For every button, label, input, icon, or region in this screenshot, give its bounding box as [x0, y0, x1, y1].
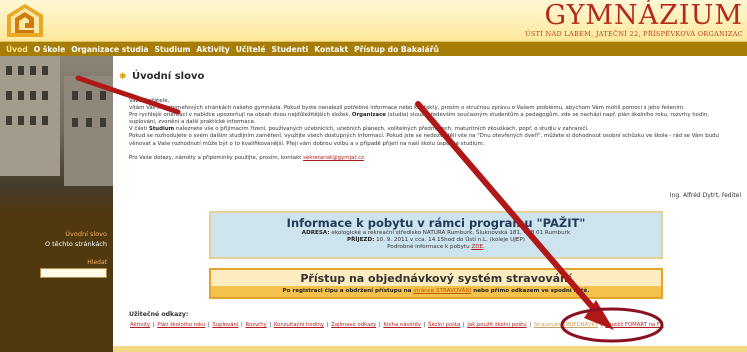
food-info-strip: Po registraci čipu a obdržení přístupu n… — [211, 286, 661, 297]
main-nav: Úvod O škole Organizace studia Studium A… — [0, 42, 747, 56]
useful-links: Aktivity | Plán školního roku | Suplován… — [130, 322, 664, 328]
nav-item-kontakt[interactable]: Kontakt — [314, 45, 348, 54]
nav-item-studenti[interactable]: Studenti — [272, 45, 309, 54]
useful-link-plan[interactable]: Plán školního roku — [157, 322, 205, 328]
sidebar: Úvodní slovo O těchto stránkách Hledat — [0, 56, 113, 352]
nav-item-o-skole[interactable]: O škole — [34, 45, 65, 54]
useful-link-stravovani[interactable]: Stravování OBJEDNÁVKY — [534, 322, 598, 328]
pazit-details: Podrobné informace k pobytu ZDE. — [387, 243, 485, 250]
intro-paragraph-2: Pro rychlejší orientaci v nabídce upozor… — [129, 112, 710, 126]
school-building-photo — [0, 56, 113, 216]
footer-bar — [113, 346, 747, 352]
signature: Ing. Alfréd Dytrt, ředitel — [669, 192, 741, 199]
food-title: Přístup na objednávkový systém stravován… — [300, 272, 572, 285]
nav-item-bakalari[interactable]: Přístup do Bakalářů — [354, 45, 439, 54]
intro-text: Vážení přátelé, vítám Vás na internetový… — [129, 98, 735, 162]
email-link[interactable]: sekretariat@gymjat.cz — [303, 155, 364, 161]
pazit-zde-link[interactable]: ZDE — [471, 244, 483, 250]
sidebar-links: Úvodní slovo O těchto stránkách — [0, 229, 113, 249]
useful-link-posta[interactable]: Školní pošta — [428, 322, 460, 328]
nav-item-aktivity[interactable]: Aktivity — [196, 45, 229, 54]
useful-link-aktivity[interactable]: Aktivity — [130, 322, 150, 328]
section-heading: ✱ Úvodní slovo — [119, 71, 204, 82]
search-input[interactable] — [40, 268, 107, 278]
useful-link-odkazy[interactable]: Zajímavé odkazy — [331, 322, 376, 328]
useful-link-jak-posta[interactable]: Jak použít školní poštu — [467, 322, 526, 328]
nav-item-studium[interactable]: Studium — [155, 45, 191, 54]
nav-item-uvod[interactable]: Úvod — [6, 45, 28, 54]
pazit-address: ADRESA: ekologické a rekreační středisko… — [301, 230, 571, 236]
useful-links-label: Užitečné odkazy: — [129, 311, 189, 318]
nav-item-ucitele[interactable]: Učitelé — [236, 45, 266, 54]
pazit-arrival: PŘÍJEZD: 10. 9. 2011 v cca. 14.15hod do … — [347, 236, 525, 243]
main-content: ✱ Úvodní slovo Vážení přátelé, vítám Vás… — [113, 56, 747, 352]
stravovani-page-link[interactable]: stránce STRAVOVÁNÍ — [413, 288, 471, 294]
header: GYMNÁZIUM ÚSTÍ NAD LABEM, JATEČNÍ 22, PŘ… — [0, 0, 747, 42]
useful-link-konzultace[interactable]: Konzultační hodiny — [274, 322, 324, 328]
useful-link-rozvrhy[interactable]: Rozvrhy — [246, 322, 267, 328]
useful-link-fomart[interactable]: Soutěž FOMART na FB — [605, 322, 663, 328]
school-logo[interactable] — [6, 3, 44, 39]
star-icon: ✱ — [119, 71, 127, 82]
page-title: Úvodní slovo — [132, 71, 205, 82]
pazit-title: Informace k pobytu v rámci programu "PAŽ… — [286, 216, 586, 230]
sidebar-item-uvodni-slovo[interactable]: Úvodní slovo — [0, 229, 107, 239]
intro-paragraph-4: Pokud se rozhodujete o svém dalším studi… — [129, 133, 719, 147]
food-ordering-box: Přístup na objednávkový systém stravován… — [209, 268, 663, 299]
sidebar-item-o-techto-strankach[interactable]: O těchto stránkách — [0, 239, 107, 249]
site-subtitle: ÚSTÍ NAD LABEM, JATEČNÍ 22, PŘÍSPĚVKOVÁ … — [525, 30, 743, 38]
useful-link-suplovani[interactable]: Suplování — [212, 322, 238, 328]
intro-paragraph-5: Pro Vaše dotazy, náměty a připomínky pou… — [129, 154, 366, 161]
useful-link-kniha[interactable]: Kniha návštěv — [383, 322, 421, 328]
site-title[interactable]: GYMNÁZIUM — [544, 0, 743, 31]
nav-item-organizace-studia[interactable]: Organizace studia — [71, 45, 148, 54]
pazit-info-box: Informace k pobytu v rámci programu "PAŽ… — [209, 211, 663, 259]
search-label: Hledat — [87, 259, 107, 266]
